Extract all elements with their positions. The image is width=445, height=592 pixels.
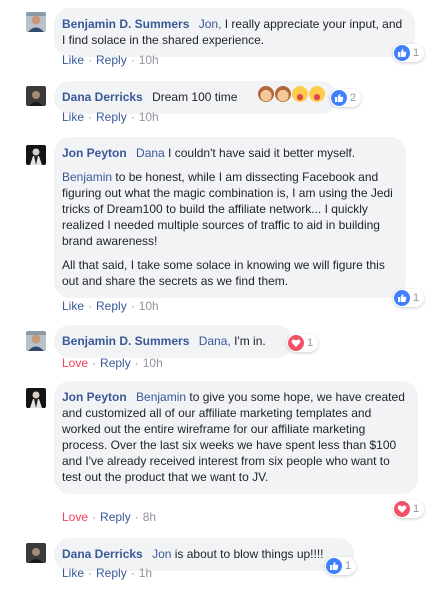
mention-tag[interactable]: Jon — [152, 547, 171, 561]
like-link[interactable]: Like — [62, 566, 84, 580]
comment-author[interactable]: Dana Derricks — [62, 547, 143, 561]
reaction-count[interactable]: 1 — [393, 44, 425, 62]
comment-text: to give you some hope, we have created a… — [62, 390, 405, 484]
timestamp[interactable]: 10h — [139, 110, 159, 124]
comment-author[interactable]: Benjamin D. Summers — [62, 17, 189, 31]
like-icon — [326, 558, 342, 574]
woman-emoji-icon — [258, 86, 274, 102]
reply-link[interactable]: Reply — [96, 566, 127, 580]
comment-actions: Like · Reply · 10h — [62, 110, 159, 124]
comment-text: is about to blow things up!!!! — [171, 547, 324, 561]
mention-tag[interactable]: Benjamin — [62, 170, 112, 184]
comment-author[interactable]: Jon Peyton — [62, 390, 127, 404]
like-icon — [394, 290, 410, 306]
comment-author[interactable]: Jon Peyton — [62, 146, 127, 160]
reaction-count[interactable]: 1 — [393, 500, 425, 518]
comment-actions: Like · Reply · 10h — [62, 299, 159, 313]
avatar[interactable] — [26, 543, 46, 563]
like-icon — [394, 45, 410, 61]
comment-text: to be honest, while I am dissecting Face… — [62, 170, 393, 248]
timestamp[interactable]: 10h — [139, 299, 159, 313]
heart-icon — [288, 335, 304, 351]
comment-author[interactable]: Dana Derricks — [62, 90, 143, 104]
mention-tag[interactable]: Jon, — [199, 17, 222, 31]
timestamp[interactable]: 10h — [143, 356, 163, 370]
grinning-face-icon — [292, 86, 308, 102]
mention-tag[interactable]: Benjamin — [136, 390, 186, 404]
reaction-count[interactable]: 1 — [287, 334, 319, 352]
grinning-face-icon — [309, 86, 325, 102]
avatar[interactable] — [26, 145, 46, 165]
like-icon — [331, 90, 347, 106]
comment-bubble: Jon Peyton Benjamin to give you some hop… — [54, 381, 418, 494]
love-link[interactable]: Love — [62, 356, 88, 370]
reply-link[interactable]: Reply — [96, 53, 127, 67]
comment-bubble: Benjamin D. Summers Jon, I really apprec… — [54, 8, 415, 57]
avatar[interactable] — [26, 12, 46, 32]
love-link[interactable]: Love — [62, 510, 88, 524]
comment-bubble: Jon Peyton Dana I couldn't have said it … — [54, 137, 406, 298]
reply-link[interactable]: Reply — [96, 110, 127, 124]
emoji-row — [258, 86, 326, 102]
reaction-count[interactable]: 1 — [325, 557, 357, 575]
reaction-count[interactable]: 2 — [330, 89, 362, 107]
avatar[interactable] — [26, 331, 46, 351]
comment-text: Dream 100 time — [152, 90, 238, 104]
like-link[interactable]: Like — [62, 110, 84, 124]
avatar[interactable] — [26, 86, 46, 106]
avatar[interactable] — [26, 388, 46, 408]
timestamp[interactable]: 8h — [143, 510, 156, 524]
woman-emoji-icon — [275, 86, 291, 102]
like-link[interactable]: Like — [62, 53, 84, 67]
mention-tag[interactable]: Dana, — [199, 334, 231, 348]
comment-actions: Like · Reply · 10h — [62, 53, 159, 67]
comment-actions: Love · Reply · 8h — [62, 510, 157, 524]
reply-link[interactable]: Reply — [100, 510, 131, 524]
reply-link[interactable]: Reply — [100, 356, 131, 370]
timestamp[interactable]: 1h — [139, 566, 152, 580]
comment-text: I'm in. — [230, 334, 266, 348]
comment-text: All that said, I take some solace in kno… — [62, 258, 385, 288]
reply-link[interactable]: Reply — [96, 299, 127, 313]
heart-icon — [394, 501, 410, 517]
mention-tag[interactable]: Dana — [136, 146, 165, 160]
like-link[interactable]: Like — [62, 299, 84, 313]
comment-bubble: Benjamin D. Summers Dana, I'm in. — [54, 325, 293, 358]
timestamp[interactable]: 10h — [139, 53, 159, 67]
comment-author[interactable]: Benjamin D. Summers — [62, 334, 189, 348]
comment-text: I couldn't have said it better myself. — [164, 146, 356, 160]
comment-actions: Like · Reply · 1h — [62, 566, 153, 580]
comment-actions: Love · Reply · 10h — [62, 356, 163, 370]
reaction-count[interactable]: 1 — [393, 289, 425, 307]
